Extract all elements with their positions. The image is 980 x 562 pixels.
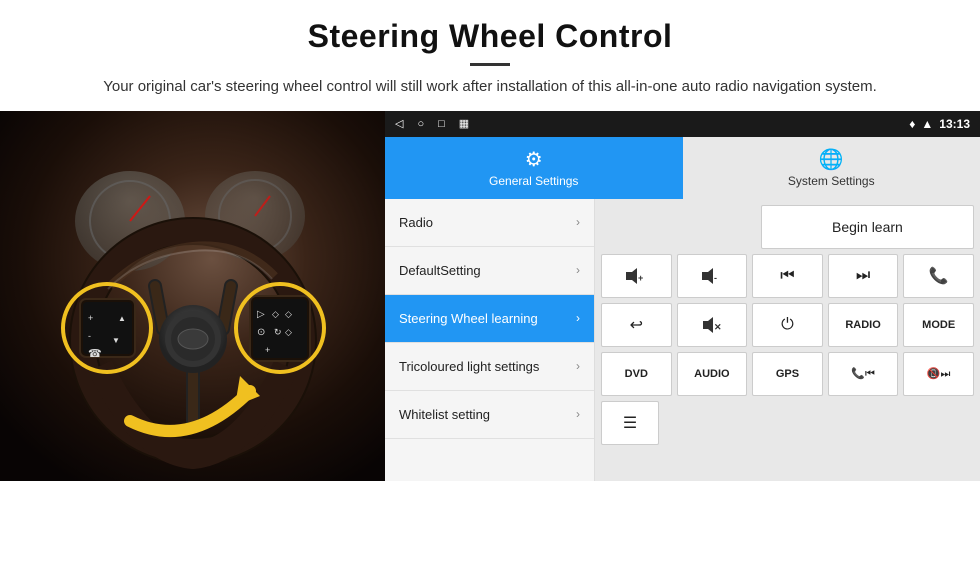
svg-text:☎: ☎ bbox=[88, 348, 102, 360]
system-icon: 🌐 bbox=[819, 147, 844, 172]
begin-learn-row: Begin learn bbox=[601, 205, 974, 249]
gear-icon: ⚙ bbox=[525, 147, 543, 172]
android-ui: ◁ ○ □ ▦ ♦ ▲ 13:13 ⚙ General Settings bbox=[385, 111, 980, 481]
right-panel: Begin learn + - bbox=[595, 199, 980, 481]
next-button[interactable]: ⏭ bbox=[828, 254, 899, 298]
main-content: + ▲ - ☎ ▼ ▷ ◇ ◇ ⊙ ↻ ◇ + bbox=[0, 111, 980, 481]
prev-button[interactable]: ⏮ bbox=[752, 254, 823, 298]
tab-system[interactable]: 🌐 System Settings bbox=[683, 137, 980, 199]
chevron-icon: › bbox=[576, 311, 580, 325]
status-bar-nav: ◁ ○ □ ▦ bbox=[395, 117, 469, 130]
header-subtitle: Your original car's steering wheel contr… bbox=[80, 76, 900, 99]
volume-up-icon: + bbox=[624, 267, 648, 285]
menu-item-default-setting[interactable]: DefaultSetting › bbox=[385, 247, 594, 295]
svg-text:↻: ↻ bbox=[274, 327, 282, 337]
status-bar-info: ♦ ▲ 13:13 bbox=[909, 117, 970, 131]
page-container: Steering Wheel Control Your original car… bbox=[0, 0, 980, 481]
mute-icon: ✕ bbox=[701, 316, 723, 334]
header-section: Steering Wheel Control Your original car… bbox=[0, 0, 980, 111]
page-title: Steering Wheel Control bbox=[60, 18, 920, 55]
status-bar: ◁ ○ □ ▦ ♦ ▲ 13:13 bbox=[385, 111, 980, 137]
wifi-icon: ▲ bbox=[921, 117, 933, 131]
menu-item-radio[interactable]: Radio › bbox=[385, 199, 594, 247]
volume-up-button[interactable]: + bbox=[601, 254, 672, 298]
recents-icon[interactable]: □ bbox=[438, 118, 445, 130]
content-area: Radio › DefaultSetting › Steering Wheel … bbox=[385, 199, 980, 481]
menu-item-whitelist[interactable]: Whitelist setting › bbox=[385, 391, 594, 439]
phone-next-button[interactable]: 📵⏭ bbox=[903, 352, 974, 396]
power-button[interactable]: ⏻ bbox=[752, 303, 823, 347]
svg-text:-: - bbox=[88, 331, 91, 341]
svg-text:+: + bbox=[265, 345, 270, 355]
svg-text:▼: ▼ bbox=[112, 336, 120, 345]
svg-text:-: - bbox=[714, 273, 717, 283]
steering-wheel-area: + ▲ - ☎ ▼ ▷ ◇ ◇ ⊙ ↻ ◇ + bbox=[0, 111, 385, 481]
spacer bbox=[601, 205, 756, 249]
steering-wheel-svg: + ▲ - ☎ ▼ ▷ ◇ ◇ ⊙ ↻ ◇ + bbox=[0, 111, 385, 481]
svg-text:▷: ▷ bbox=[257, 309, 265, 320]
header-divider bbox=[470, 63, 510, 66]
svg-text:+: + bbox=[88, 313, 93, 323]
back-icon[interactable]: ◁ bbox=[395, 117, 403, 130]
mute-button[interactable]: ✕ bbox=[677, 303, 748, 347]
svg-text:◇: ◇ bbox=[285, 309, 292, 319]
svg-text:⊙: ⊙ bbox=[257, 327, 265, 338]
begin-learn-button[interactable]: Begin learn bbox=[761, 205, 974, 249]
tab-general-label: General Settings bbox=[489, 174, 578, 188]
tab-system-label: System Settings bbox=[788, 174, 875, 188]
radio-button[interactable]: RADIO bbox=[828, 303, 899, 347]
svg-text:✕: ✕ bbox=[714, 322, 722, 332]
volume-down-button[interactable]: - bbox=[677, 254, 748, 298]
home-icon[interactable]: ○ bbox=[417, 118, 424, 130]
phone-answer-button[interactable]: 📞 bbox=[903, 254, 974, 298]
btn-row-3: DVD AUDIO GPS 📞⏮ 📵⏭ bbox=[601, 352, 974, 396]
menu-item-tricoloured[interactable]: Tricoloured light settings › bbox=[385, 343, 594, 391]
gps-button[interactable]: GPS bbox=[752, 352, 823, 396]
location-icon: ♦ bbox=[909, 117, 915, 131]
settings-tabs: ⚙ General Settings 🌐 System Settings bbox=[385, 137, 980, 199]
svg-text:◇: ◇ bbox=[285, 327, 292, 337]
svg-text:▲: ▲ bbox=[118, 314, 126, 323]
dvd-button[interactable]: DVD bbox=[601, 352, 672, 396]
phone-prev-button[interactable]: 📞⏮ bbox=[828, 352, 899, 396]
left-menu: Radio › DefaultSetting › Steering Wheel … bbox=[385, 199, 595, 481]
svg-text:◇: ◇ bbox=[272, 309, 279, 319]
volume-down-icon: - bbox=[700, 267, 724, 285]
btn-row-1: + - ⏮ ⏭ 📞 bbox=[601, 254, 974, 298]
chevron-icon: › bbox=[576, 263, 580, 277]
btn-row-2: ↩ ✕ ⏻ RADIO MODE bbox=[601, 303, 974, 347]
clock: 13:13 bbox=[939, 117, 970, 131]
chevron-icon: › bbox=[576, 215, 580, 229]
list-icon-button[interactable]: ☰ bbox=[601, 401, 659, 445]
mode-button[interactable]: MODE bbox=[903, 303, 974, 347]
menu-item-steering-wheel[interactable]: Steering Wheel learning › bbox=[385, 295, 594, 343]
btn-row-bottom: ☰ bbox=[601, 401, 974, 445]
hangup-button[interactable]: ↩ bbox=[601, 303, 672, 347]
apps-icon[interactable]: ▦ bbox=[459, 117, 469, 130]
svg-text:+: + bbox=[638, 273, 643, 283]
audio-button[interactable]: AUDIO bbox=[677, 352, 748, 396]
tab-general[interactable]: ⚙ General Settings bbox=[385, 137, 683, 199]
chevron-icon: › bbox=[576, 407, 580, 421]
chevron-icon: › bbox=[576, 359, 580, 373]
